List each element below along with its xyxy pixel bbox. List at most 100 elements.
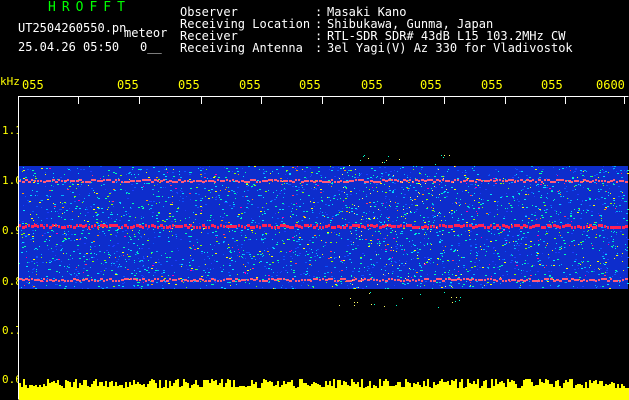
spectrogram-pixel — [289, 174, 291, 175]
spectrogram-pixel — [426, 208, 428, 209]
spectrogram-pixel — [148, 260, 149, 261]
spectrogram-pixel — [79, 194, 80, 195]
receiving-antenna-label: Receiving Antenna — [180, 41, 303, 55]
spectrogram-pixel — [102, 288, 104, 289]
spectrogram-pixel — [245, 273, 246, 274]
amplitude-strip-bar — [169, 381, 171, 400]
spectrogram-pixel — [389, 178, 391, 179]
spectrogram-pixel — [626, 250, 628, 251]
spectrogram-pixel — [143, 186, 144, 187]
spectrogram-pixel — [392, 191, 394, 192]
spectrogram-pixel — [34, 173, 36, 174]
spectrogram-pixel — [35, 288, 37, 289]
spectrogram-pixel — [316, 277, 318, 278]
spectrogram-pixel — [280, 191, 281, 192]
amplitude-strip-bar — [391, 386, 393, 400]
spectrogram-strong-line — [55, 224, 57, 227]
spectrogram-pixel — [385, 245, 386, 246]
spectrogram-strong-line — [610, 226, 613, 229]
spectrogram-pixel — [595, 199, 596, 200]
spectrogram-pixel — [64, 219, 66, 220]
spectrogram-pixel — [198, 184, 200, 185]
amplitude-strip-bar — [71, 387, 73, 400]
spectrogram-pixel — [359, 268, 360, 269]
spectrogram-pixel — [195, 269, 197, 270]
spectrogram-pixel — [297, 247, 299, 248]
spectrogram-pixel — [86, 270, 88, 271]
spectrogram-pixel — [181, 264, 183, 265]
spectrogram-pixel — [507, 234, 509, 235]
spectrogram-strong-line — [220, 280, 222, 282]
spectrogram-strong-line — [124, 181, 127, 183]
spectrogram-pixel — [376, 177, 377, 178]
spectrogram-pixel — [381, 249, 382, 250]
spectrogram-pixel — [537, 258, 539, 259]
amplitude-strip-bar — [563, 383, 565, 400]
spectrogram-strong-line — [517, 224, 520, 227]
spectrogram-pixel — [311, 188, 312, 189]
spectrogram-pixel — [552, 222, 553, 223]
spectrogram-strong-line — [271, 278, 274, 280]
spectrogram-pixel — [477, 213, 478, 214]
spectrogram-pixel — [361, 275, 362, 276]
spectrogram-pixel — [333, 196, 335, 197]
spectrogram-pixel — [475, 239, 476, 240]
spectrogram-pixel — [114, 253, 115, 254]
spectrogram-pixel — [393, 250, 394, 251]
spectrogram-disturbance-pixel — [452, 274, 453, 275]
spectrogram-pixel — [480, 284, 482, 285]
spectrogram-pixel — [385, 196, 387, 197]
spectrogram-pixel — [280, 251, 282, 252]
spectrogram-pixel — [511, 182, 513, 183]
spectrogram-pixel — [61, 177, 62, 178]
spectrogram-pixel — [466, 222, 468, 223]
spectrogram-pixel — [430, 263, 431, 264]
spectrogram-pixel — [437, 258, 439, 259]
amplitude-strip-bar — [21, 387, 23, 400]
spectrogram-strong-line — [520, 226, 523, 229]
amplitude-strip-bar — [265, 380, 267, 400]
spectrogram-pixel — [141, 187, 143, 188]
spectrogram-strong-line — [109, 224, 112, 227]
spectrogram-pixel — [292, 237, 294, 238]
spectrogram-pixel — [392, 271, 394, 272]
spectrogram-pixel — [231, 260, 233, 261]
spectrogram-pixel — [80, 282, 82, 283]
spectrogram-pixel — [159, 232, 161, 233]
spectrogram-pixel — [427, 217, 429, 218]
spectrogram-strong-line — [421, 226, 424, 229]
spectrogram-strong-line — [394, 279, 396, 281]
spectrogram-pixel — [583, 261, 584, 262]
amplitude-strip-bar — [625, 388, 627, 400]
spectrogram-pixel — [385, 270, 386, 271]
spectrogram-pixel — [306, 184, 308, 185]
spectrogram-pixel — [139, 248, 140, 249]
spectrogram-pixel — [307, 273, 308, 274]
spectrogram-pixel — [42, 262, 44, 263]
spectrogram-pixel — [55, 255, 56, 256]
spectrogram-pixel — [305, 255, 306, 256]
amplitude-strip-bar — [421, 387, 423, 400]
spectrogram-pixel — [445, 282, 446, 283]
spectrogram-pixel — [420, 270, 422, 271]
spectrogram-pixel — [503, 183, 504, 184]
spectrogram-pixel — [465, 190, 467, 191]
spectrogram-pixel — [143, 217, 144, 218]
spectrogram-pixel — [45, 186, 46, 187]
spectrogram-pixel — [147, 228, 149, 229]
spectrogram-pixel — [376, 187, 377, 188]
spectrogram-pixel — [474, 266, 476, 267]
spectrogram-pixel — [189, 193, 191, 194]
spectrogram-strong-line — [19, 180, 21, 182]
spectrogram-pixel — [88, 185, 89, 186]
spectrogram-pixel — [136, 278, 138, 279]
spectrogram-strong-line — [94, 280, 96, 282]
spectrogram-pixel — [488, 214, 489, 215]
spectrogram-pixel — [369, 219, 371, 220]
spectrogram-pixel — [68, 234, 69, 235]
spectrogram-pixel — [444, 176, 445, 177]
spectrogram-strong-line — [373, 181, 376, 183]
spectrogram-pixel — [19, 263, 20, 264]
spectrogram-pixel — [96, 222, 98, 223]
spectrogram-strong-line — [169, 278, 171, 280]
